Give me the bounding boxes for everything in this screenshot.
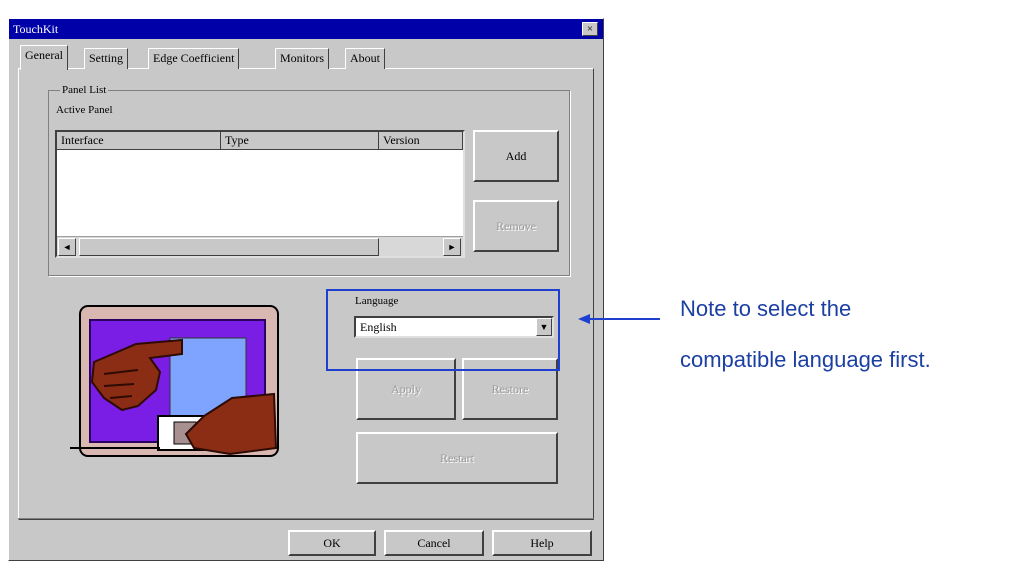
ok-button[interactable]: OK [288, 530, 376, 556]
column-header-interface[interactable]: Interface [57, 132, 221, 150]
tab-setting[interactable]: Setting [84, 48, 129, 69]
tab-monitors[interactable]: Monitors [275, 48, 330, 69]
annotation-line-2: compatible language first. [680, 347, 931, 372]
annotation-line-1: Note to select the [680, 296, 852, 321]
title-bar: TouchKit [9, 19, 603, 39]
restart-button[interactable]: Restart [356, 432, 558, 484]
cancel-button[interactable]: Cancel [384, 530, 484, 556]
callout-arrow-icon [578, 314, 660, 324]
remove-button[interactable]: Remove [473, 200, 559, 252]
close-icon: × [586, 23, 594, 35]
highlight-box [326, 289, 560, 371]
footer-divider [18, 518, 594, 519]
active-panel-label: Active Panel [56, 104, 113, 116]
panel-list-label: Panel List [60, 84, 109, 96]
close-button[interactable]: × [582, 22, 598, 36]
column-header-version[interactable]: Version [379, 132, 463, 150]
add-button[interactable]: Add [473, 130, 559, 182]
touch-panel-illustration [70, 305, 279, 457]
tab-general[interactable]: General [20, 45, 68, 70]
tab-about[interactable]: About [345, 48, 385, 69]
help-button[interactable]: Help [492, 530, 592, 556]
window-title: TouchKit [13, 22, 59, 36]
scrollbar-thumb[interactable] [79, 238, 379, 256]
tab-edge-coefficient[interactable]: Edge Coefficient [148, 48, 240, 69]
column-header-type[interactable]: Type [221, 132, 379, 150]
horizontal-scrollbar[interactable]: ◄ ► [57, 236, 463, 256]
scroll-left-icon[interactable]: ◄ [58, 238, 76, 256]
scroll-right-icon[interactable]: ► [443, 238, 461, 256]
